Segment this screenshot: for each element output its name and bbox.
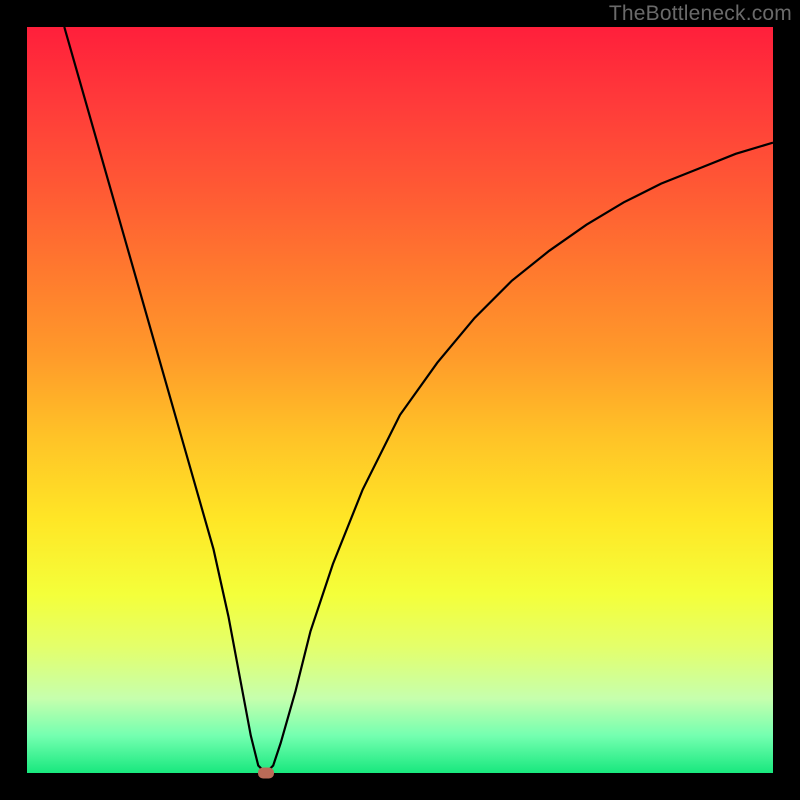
bottleneck-curve (27, 27, 773, 773)
chart-plot-area (27, 27, 773, 773)
chart-frame: TheBottleneck.com (0, 0, 800, 800)
watermark-text: TheBottleneck.com (609, 2, 792, 26)
minimum-marker (258, 768, 274, 779)
